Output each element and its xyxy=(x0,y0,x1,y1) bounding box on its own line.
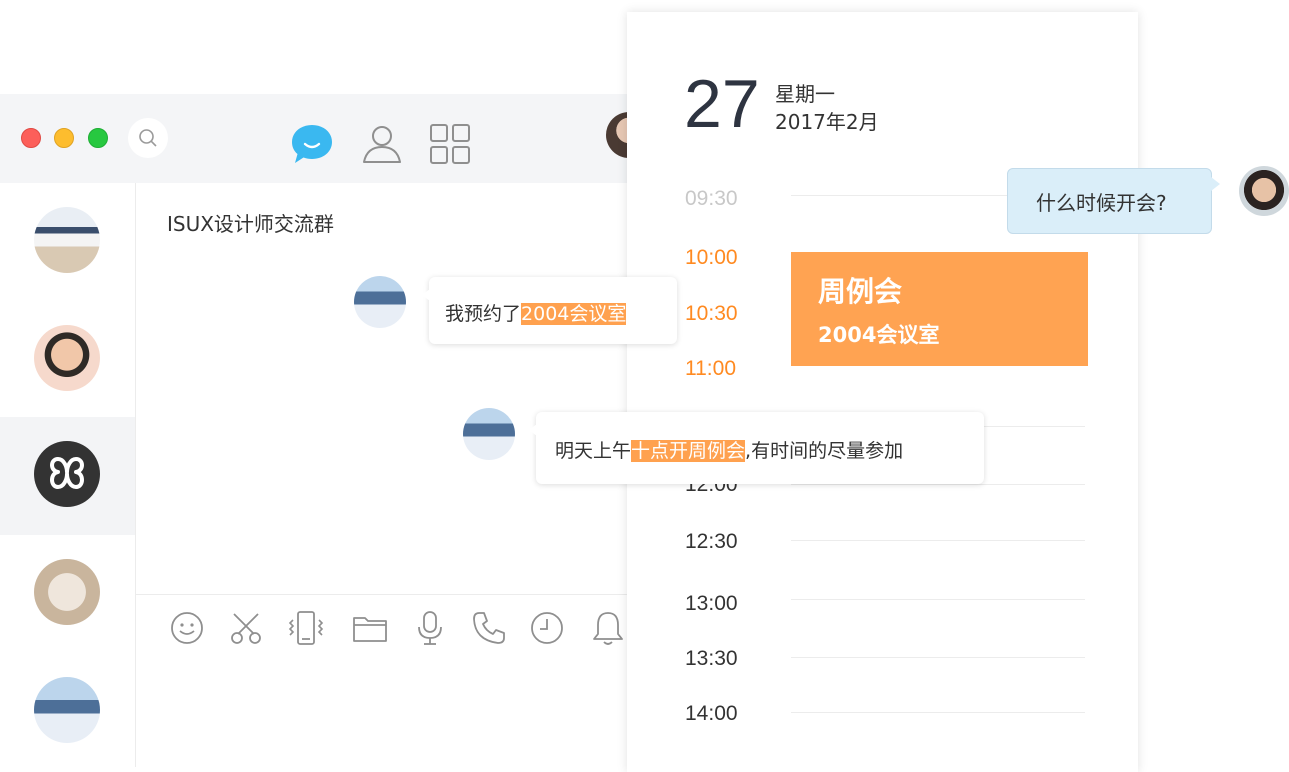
folder-icon[interactable] xyxy=(352,610,388,646)
chat-message-overlay: 我预约了2004会议室 xyxy=(422,277,677,344)
slot-divider xyxy=(791,657,1085,658)
slot-divider xyxy=(791,540,1085,541)
conversation-sidebar xyxy=(0,183,136,767)
message-text: 明天上午 xyxy=(555,440,632,462)
sender-avatar xyxy=(1239,166,1289,216)
conversation-item-isux[interactable] xyxy=(0,417,135,535)
avatar xyxy=(34,559,100,625)
event-title: 周例会 xyxy=(818,275,903,308)
search-icon xyxy=(139,129,157,147)
apps-grid-icon[interactable] xyxy=(428,122,472,166)
time-slot[interactable]: 14:00 xyxy=(685,702,738,726)
chat-bubble-icon[interactable] xyxy=(290,122,334,166)
maximize-window-button[interactable] xyxy=(88,128,108,148)
message-highlight: 十点开周例会 xyxy=(631,440,746,462)
bell-icon[interactable] xyxy=(590,610,626,646)
phone-icon[interactable] xyxy=(471,610,507,646)
contacts-icon[interactable] xyxy=(360,122,404,166)
vibrate-icon[interactable] xyxy=(288,610,324,646)
search-button[interactable] xyxy=(128,118,168,158)
avatar xyxy=(34,207,100,273)
conversation-item[interactable] xyxy=(0,301,135,419)
avatar xyxy=(34,325,100,391)
calendar-weekday: 星期一 xyxy=(775,82,835,106)
isux-logo-avatar xyxy=(34,441,100,507)
slot-divider xyxy=(791,599,1085,600)
conversation-item[interactable] xyxy=(0,535,135,653)
microphone-icon[interactable] xyxy=(412,610,448,646)
scissors-icon[interactable] xyxy=(228,610,264,646)
calendar-day: 27 xyxy=(684,66,760,142)
time-slot[interactable]: 09:30 xyxy=(685,187,738,211)
chat-group-title: ISUX设计师交流群 xyxy=(167,212,334,236)
calendar-panel: 27 星期一 2017年2月 09:30 10:00 10:30 11:00 1… xyxy=(627,12,1138,772)
calendar-year-month: 2017年2月 xyxy=(775,110,879,134)
toolbar-divider xyxy=(135,594,640,595)
slot-divider xyxy=(791,712,1085,713)
message-text: ,有时间的尽量参加 xyxy=(745,440,904,462)
time-slot[interactable]: 12:30 xyxy=(685,530,738,554)
conversation-item[interactable] xyxy=(0,183,135,301)
conversation-item[interactable] xyxy=(0,653,135,771)
isux-logo-icon xyxy=(50,457,84,489)
question-text: 什么时候开会? xyxy=(1036,191,1167,215)
time-slot[interactable]: 10:00 xyxy=(685,246,738,270)
time-slot[interactable]: 11:00 xyxy=(685,357,736,381)
time-slot[interactable]: 13:30 xyxy=(685,647,738,671)
close-window-button[interactable] xyxy=(21,128,41,148)
avatar xyxy=(34,677,100,743)
sender-avatar xyxy=(354,276,406,328)
message-text: 我预约了 xyxy=(445,303,522,325)
message-highlight: 2004会议室 xyxy=(521,303,627,325)
slot-divider xyxy=(791,484,1085,485)
question-bubble: 什么时候开会? xyxy=(1007,168,1220,234)
sender-avatar xyxy=(463,408,515,460)
time-slot[interactable]: 13:00 xyxy=(685,592,738,616)
emoji-icon[interactable] xyxy=(169,610,205,646)
event-card[interactable]: 周例会 2004会议室 xyxy=(791,252,1088,366)
titlebar xyxy=(0,94,652,183)
clock-icon[interactable] xyxy=(529,610,565,646)
event-room: 2004会议室 xyxy=(818,323,940,347)
time-slot[interactable]: 10:30 xyxy=(685,302,738,326)
minimize-window-button[interactable] xyxy=(54,128,74,148)
chat-message-overlay: 明天上午十点开周例会,有时间的尽量参加 xyxy=(529,412,984,484)
